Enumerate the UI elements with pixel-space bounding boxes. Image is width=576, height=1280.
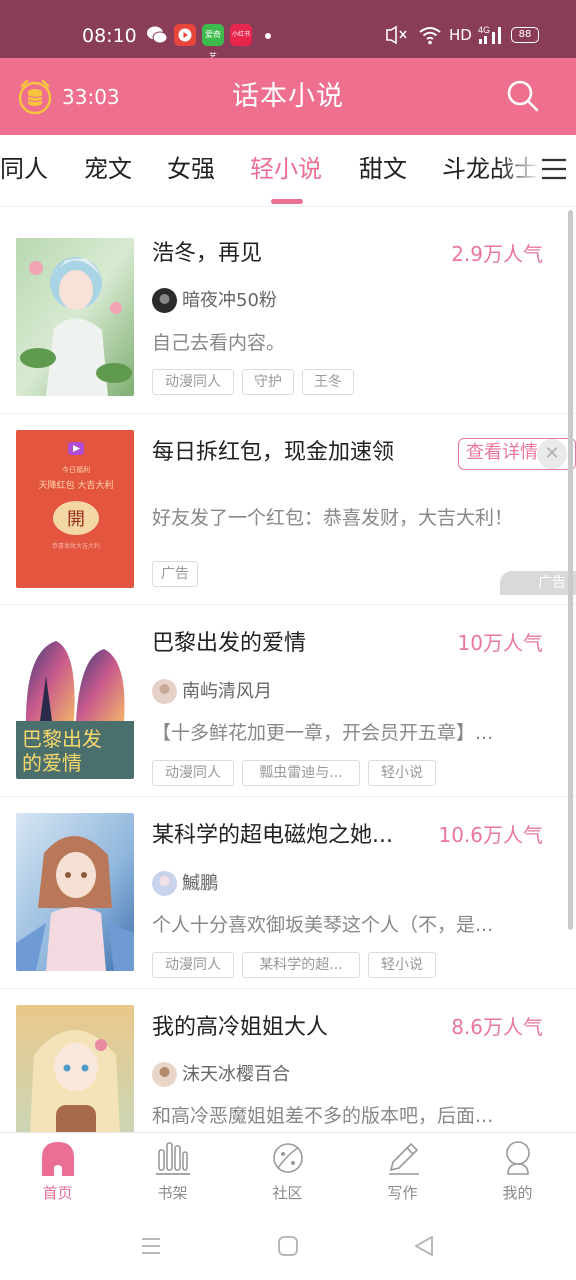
- ad-mark-label: 广告: [538, 575, 566, 591]
- home-icon: [42, 1142, 74, 1176]
- bookshelf-icon: [156, 1142, 190, 1175]
- nav-label: 首页: [42, 1184, 73, 1202]
- ad-cover-open: 開: [67, 509, 85, 530]
- author-name: 沫天冰樱百合: [182, 1064, 290, 1085]
- book-tag[interactable]: 动漫同人: [152, 760, 234, 786]
- author-avatar: [152, 679, 177, 704]
- cover-title: 巴黎出发的爱情: [22, 727, 102, 775]
- nav-label: 书架: [157, 1184, 188, 1202]
- author-name: 暗夜冲50粉: [182, 290, 277, 311]
- hd-indicator: HD: [449, 26, 472, 44]
- ad-close-button[interactable]: ✕: [537, 439, 567, 469]
- popularity-count: 10万人气: [457, 631, 543, 655]
- nav-write[interactable]: 写作: [345, 1133, 460, 1213]
- book-title[interactable]: 浩冬，再见: [152, 239, 422, 269]
- ad-title[interactable]: 每日拆红包，现金加速领: [152, 438, 442, 468]
- nav-label: 写作: [387, 1184, 418, 1202]
- book-tag[interactable]: 瓢虫雷迪与...: [242, 760, 360, 786]
- book-tag[interactable]: 王冬: [302, 369, 354, 395]
- page-title: 话本小说: [232, 81, 344, 112]
- book-cover[interactable]: [16, 813, 134, 971]
- book-tag[interactable]: 动漫同人: [152, 952, 234, 978]
- menu-icon[interactable]: [540, 155, 568, 183]
- book-tag[interactable]: 守护: [242, 369, 294, 395]
- status-bar: 08:10 爱奇艺 小红书 HD 4G 88: [0, 0, 576, 61]
- ad-cover-footer: 恭喜发财大吉大利: [52, 542, 100, 550]
- nav-label: 我的: [502, 1184, 533, 1202]
- xiaohongshu-app-icon: 小红书: [230, 24, 252, 46]
- back-icon[interactable]: [412, 1234, 436, 1258]
- book-tag[interactable]: 轻小说: [368, 952, 436, 978]
- iqiyi-app-icon: 爱奇艺: [202, 24, 224, 61]
- recent-apps-icon[interactable]: [139, 1234, 163, 1258]
- book-title[interactable]: 我的高冷姐姐大人: [152, 1013, 422, 1043]
- ad-cover-line2: 天降红包 大吉大利: [39, 479, 114, 491]
- author-avatar: [152, 288, 177, 313]
- battery-indicator: 88: [511, 27, 539, 43]
- book-description: 个人十分喜欢御坂美琴这个人（不，是...: [152, 914, 494, 936]
- popularity-count: 10.6万人气: [438, 823, 543, 847]
- nav-home[interactable]: 首页: [0, 1133, 115, 1213]
- book-card[interactable]: 某科学的超电磁炮之她... 10.6万人气 鰄鵬 个人十分喜欢御坂美琴这个人（不…: [0, 797, 576, 989]
- nav-bookshelf[interactable]: 书架: [115, 1133, 230, 1213]
- ad-mark: 广告: [500, 571, 576, 595]
- book-cover[interactable]: [16, 238, 134, 396]
- ad-tag: 广告: [152, 561, 198, 587]
- tabs-fade: [500, 135, 540, 206]
- nav-profile[interactable]: 我的: [460, 1133, 575, 1213]
- ad-cover-line1: 今日福利: [62, 465, 90, 474]
- author-name: 鰄鵬: [182, 873, 218, 894]
- video-app-icon: [174, 24, 196, 46]
- active-tab-indicator: [271, 199, 303, 204]
- book-title[interactable]: 某科学的超电磁炮之她...: [152, 821, 414, 851]
- profile-icon: [506, 1141, 530, 1175]
- mute-icon: [386, 25, 407, 45]
- system-nav-bar: [0, 1212, 576, 1280]
- tab-light-novel[interactable]: 轻小说: [250, 153, 322, 185]
- book-tag[interactable]: 轻小说: [368, 760, 436, 786]
- author-name: 南屿清风月: [182, 681, 272, 702]
- author-avatar: [152, 1062, 177, 1087]
- wechat-icon: [147, 26, 168, 44]
- tab-nvqiang[interactable]: 女强: [167, 153, 215, 185]
- list-scrollbar[interactable]: [568, 210, 573, 930]
- tab-chongwen[interactable]: 宠文: [84, 153, 132, 185]
- book-description: 自己去看内容。: [152, 332, 286, 354]
- category-tabs: 同人 宠文 女强 轻小说 甜文 斗龙战士: [0, 135, 576, 207]
- signal-4g-icon: 4G: [478, 25, 501, 44]
- tab-tongren[interactable]: 同人: [0, 153, 48, 185]
- community-planet-icon: [273, 1143, 303, 1173]
- book-card[interactable]: 我的高冷姐姐大人 8.6万人气 沫天冰樱百合 和高冷恶魔姐姐差不多的版本吧，后面…: [0, 989, 576, 1132]
- notification-dot: [265, 33, 271, 39]
- pencil-icon: [389, 1142, 419, 1175]
- book-list: 浩冬，再见 2.9万人气 暗夜冲50粉 自己去看内容。 动漫同人 守护 王冬 今…: [0, 207, 576, 1132]
- book-card[interactable]: 浩冬，再见 2.9万人气 暗夜冲50粉 自己去看内容。 动漫同人 守护 王冬: [0, 207, 576, 414]
- home-button-icon[interactable]: [276, 1234, 300, 1258]
- author-avatar: [152, 871, 177, 896]
- book-description: 【十多鲜花加更一章，开会员开五章】...: [152, 722, 494, 744]
- popularity-count: 2.9万人气: [451, 242, 543, 266]
- wifi-icon: [419, 27, 441, 45]
- book-cover[interactable]: [16, 1005, 134, 1132]
- ad-cover[interactable]: 今日福利 天降红包 大吉大利 開 恭喜发财大吉大利: [16, 430, 134, 588]
- book-tag[interactable]: 动漫同人: [152, 369, 234, 395]
- ad-description: 好友发了一个红包：恭喜发财，大吉大利！: [152, 507, 514, 529]
- book-card[interactable]: 巴黎出发的爱情 巴黎出发的爱情 10万人气 南屿清风月 【十多鲜花加更一章，开会…: [0, 605, 576, 797]
- book-description: 和高冷恶魔姐姐差不多的版本吧，后面...: [152, 1105, 494, 1127]
- popularity-count: 8.6万人气: [451, 1015, 543, 1039]
- nav-community[interactable]: 社区: [230, 1133, 345, 1213]
- tab-tianwen[interactable]: 甜文: [359, 153, 407, 185]
- app-header: 33:03 话本小说: [0, 58, 576, 135]
- search-icon[interactable]: [505, 78, 541, 114]
- ad-card[interactable]: 今日福利 天降红包 大吉大利 開 恭喜发财大吉大利 每日拆红包，现金加速领 查看…: [0, 414, 576, 605]
- svg-text:4G: 4G: [478, 25, 490, 35]
- book-tag[interactable]: 某科学的超...: [242, 952, 360, 978]
- nav-label: 社区: [272, 1184, 303, 1202]
- book-title[interactable]: 巴黎出发的爱情: [152, 629, 422, 659]
- bottom-nav: 首页 书架 社区 写作 我的: [0, 1132, 576, 1212]
- status-time: 08:10: [82, 25, 137, 47]
